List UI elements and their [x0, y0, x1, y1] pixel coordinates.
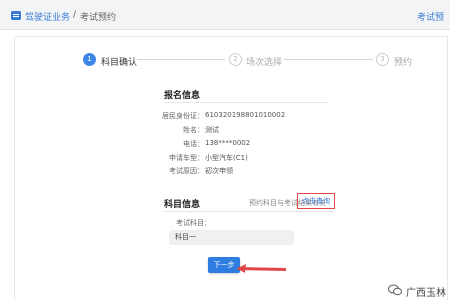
watermark-text: 广西玉林: [406, 288, 446, 299]
exam-subject-field[interactable]: 科目一: [169, 230, 294, 245]
vehicle-type-label: 申请车型：: [169, 154, 204, 162]
name-value: 测试: [205, 126, 219, 134]
step-connector-1: [137, 59, 225, 60]
name-label: 姓名：: [183, 126, 204, 134]
phone-value: 138****0002: [205, 139, 251, 147]
phone-label: 电话：: [183, 140, 204, 148]
exam-subject-label: 考试科目：: [176, 219, 211, 227]
vehicle-type-value: 小型汽车(C1): [205, 154, 248, 162]
exam-reason-label: 考试原因：: [169, 167, 204, 175]
subject-info-title: 科目信息: [164, 200, 201, 210]
exam-reason-value: 初次申领: [205, 167, 233, 175]
id-card-label: 居民身份证：: [162, 112, 204, 120]
id-card-value: 610320198801010002: [205, 111, 286, 119]
breadcrumb-current: 考试预约: [80, 13, 117, 23]
header-right-link[interactable]: 考试预: [417, 10, 444, 23]
breadcrumb-separator: /: [73, 10, 77, 20]
wechat-icon: [388, 284, 402, 296]
breadcrumb-home-link[interactable]: 驾驶证业务: [25, 10, 70, 23]
signup-info-title: 报名信息: [164, 91, 201, 101]
home-icon: [11, 11, 21, 20]
step-connector-2: [283, 59, 373, 60]
step-3-label: 预约: [394, 58, 413, 68]
step-1-indicator: 1: [83, 53, 96, 66]
step-3-indicator: 3: [376, 53, 389, 66]
annotation-arrow-icon: [237, 264, 286, 273]
step-1-label: 科目确认: [101, 58, 138, 68]
subject-info-divider: [164, 211, 334, 212]
top-bar: 驾驶证业务 / 考试预约 考试预: [0, 0, 450, 30]
signup-info-divider: [164, 102, 328, 103]
query-link[interactable]: 点击查询: [297, 193, 335, 209]
step-2-label: 场次选择: [246, 58, 283, 68]
step-2-indicator: 2: [229, 53, 242, 66]
